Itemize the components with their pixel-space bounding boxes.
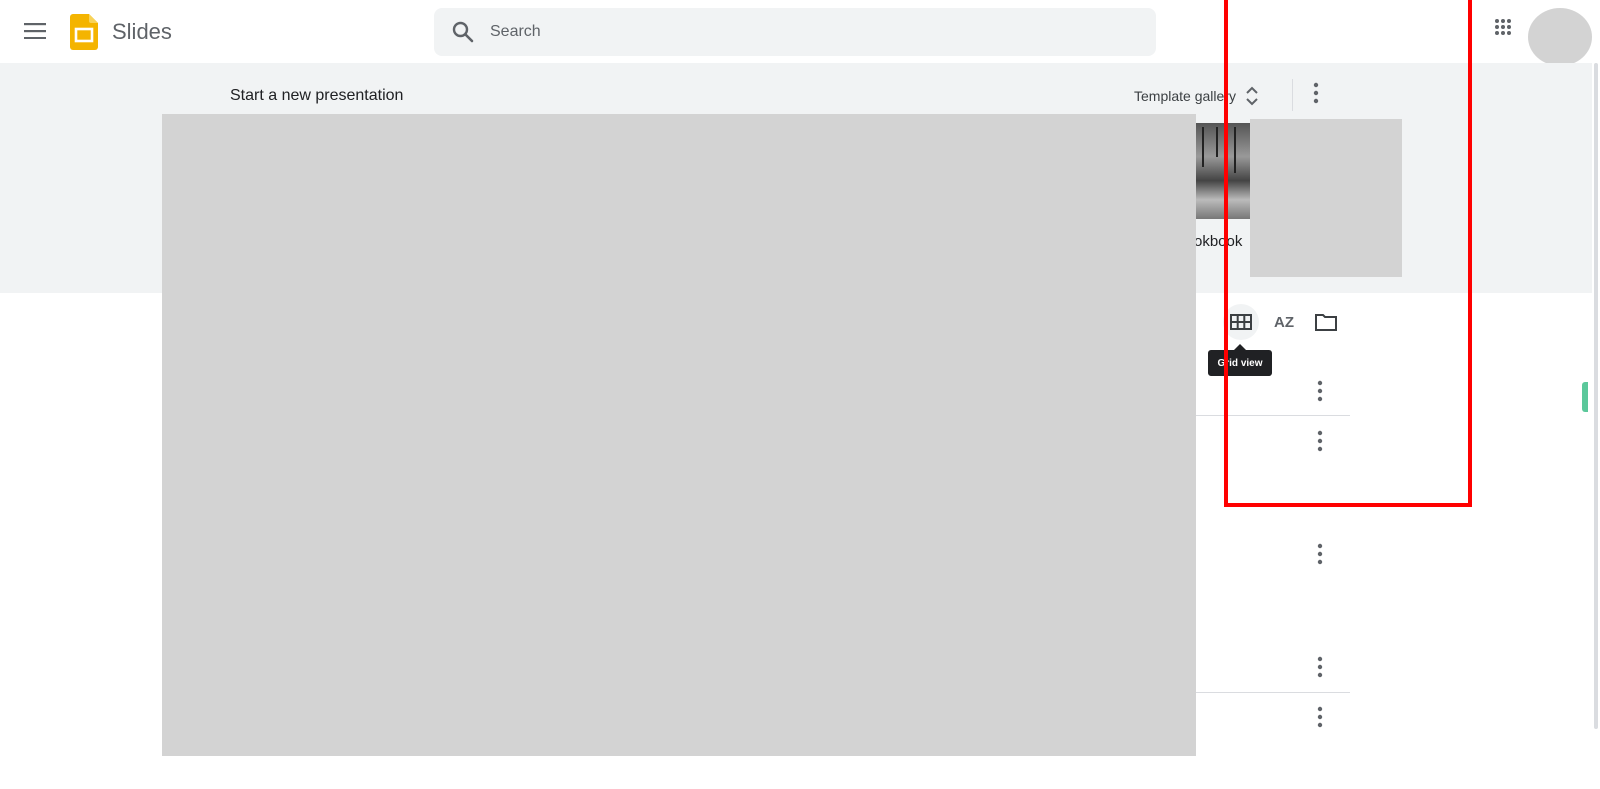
slides-home-page: Slides Start a new presentation Template… [0,0,1600,789]
apps-grid-icon [1495,19,1511,35]
more-vert-icon [1317,656,1323,678]
thumbnail-detail [1202,127,1204,167]
search-icon[interactable] [452,21,474,43]
app-name[interactable]: Slides [112,19,172,45]
row-divider [1194,692,1350,693]
menu-icon [24,23,46,39]
scrollbar-thumb[interactable] [1594,63,1598,729]
row-more-button[interactable] [1310,542,1330,566]
more-vert-icon [1317,543,1323,565]
more-vert-icon [1317,706,1323,728]
highlight-annotation [1224,0,1472,507]
section-heading: Start a new presentation [230,87,404,104]
search-input[interactable] [490,20,1090,44]
thumbnail-detail [1216,127,1218,157]
search-bar[interactable] [434,8,1156,56]
slides-logo[interactable] [70,14,98,50]
account-avatar[interactable] [1528,8,1592,66]
redacted-content-area [162,114,1196,756]
google-apps-button[interactable] [1494,18,1520,44]
side-panel-toggle[interactable] [1582,382,1588,412]
template-gallery-label: Template gallery [1134,88,1236,104]
row-more-button[interactable] [1310,705,1330,729]
main-menu-button[interactable] [20,16,50,46]
row-more-button[interactable] [1310,655,1330,679]
